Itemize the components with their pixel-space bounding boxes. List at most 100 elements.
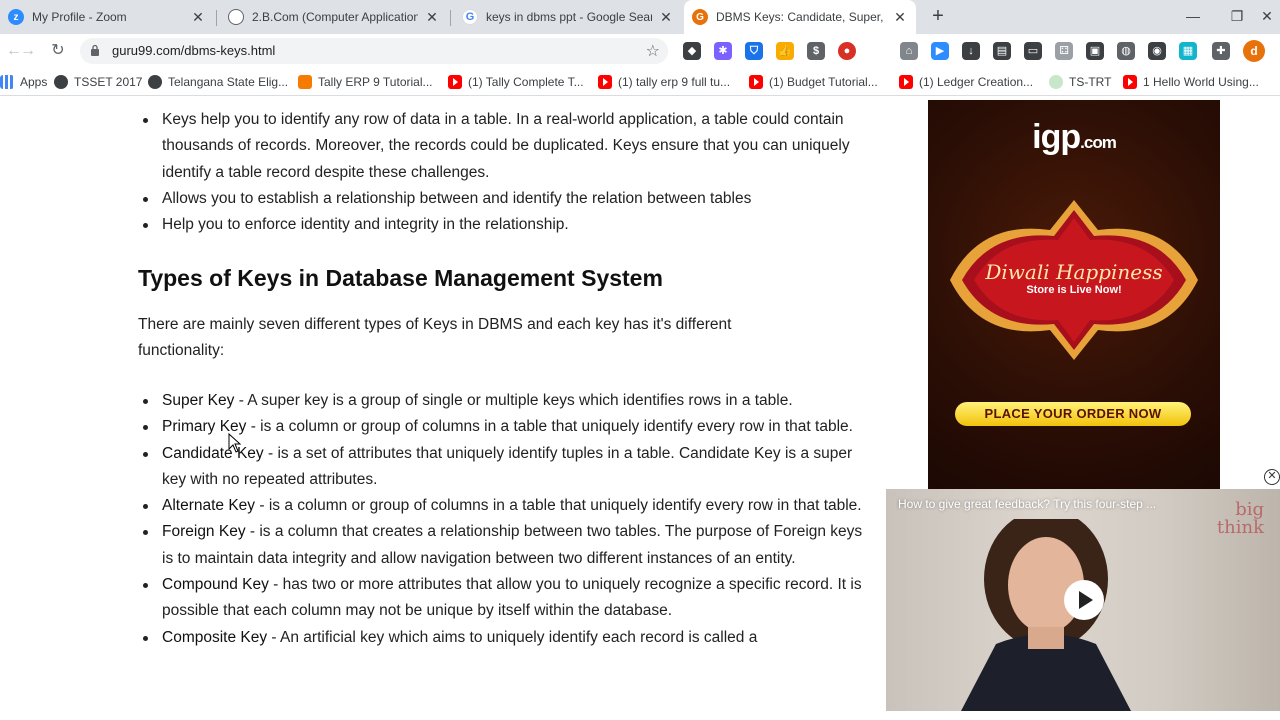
key-term: Composite Key (162, 628, 268, 646)
tab-title: keys in dbms ppt - Google Search (486, 10, 652, 24)
lock-icon (91, 44, 99, 56)
tab-separator (450, 10, 451, 26)
screen-extension-icon[interactable]: ▣ (1086, 42, 1104, 60)
youtube-icon (448, 75, 462, 89)
presenter-thumbnail (961, 519, 1131, 711)
home-extension-icon[interactable]: ⌂ (900, 42, 918, 60)
google-icon: G (462, 9, 478, 25)
bookmark-hello-world[interactable]: 1 Hello World Using... (1123, 73, 1259, 91)
list-item: Foreign Key - is a column that creates a… (138, 519, 868, 572)
key-term: Alternate Key (162, 497, 256, 515)
profile-avatar[interactable]: d (1243, 40, 1265, 62)
list-item: Help you to enforce identity and integri… (138, 212, 868, 238)
tab-dbms-keys[interactable]: G DBMS Keys: Candidate, Super, Pri ✕ (684, 0, 916, 34)
new-tab-button[interactable]: + (926, 5, 950, 29)
tab-title: My Profile - Zoom (32, 10, 127, 24)
youtube-icon (749, 75, 763, 89)
place-order-button[interactable]: PLACE YOUR ORDER NOW (955, 402, 1191, 426)
key-term: Super Key (162, 392, 235, 409)
window-extension-icon[interactable]: ▭ (1024, 42, 1042, 60)
list-item: Keys help you to identify any row of dat… (138, 107, 868, 186)
document-extension-icon[interactable]: ▤ (993, 42, 1011, 60)
close-icon[interactable]: ✕ (424, 9, 440, 26)
bookmark-label: (1) tally erp 9 full tu... (618, 75, 731, 89)
forward-arrow-icon[interactable]: → (16, 40, 40, 62)
video-title: How to give great feedback? Try this fou… (898, 497, 1157, 511)
bookmark-label: Tally ERP 9 Tutorial... (318, 75, 433, 89)
globe-icon (148, 75, 162, 89)
browser-toolbar: ← → ↻ guru99.com/dbms-keys.html ☆ ◆ ✱ ⛉ … (0, 34, 1280, 68)
download-extension-icon[interactable]: ↓ (962, 42, 980, 60)
record-extension-icon[interactable]: ● (838, 42, 856, 60)
dice-extension-icon[interactable]: ⚃ (1055, 42, 1073, 60)
shield-extension-icon[interactable]: ⛉ (745, 42, 763, 60)
close-icon[interactable]: ✕ (892, 9, 908, 26)
key-term: Candidate Key (162, 444, 264, 462)
key-term: Compound Key (162, 576, 269, 594)
bookmark-label: (1) Tally Complete T... (468, 75, 584, 89)
snowflake-extension-icon[interactable]: ✱ (714, 42, 732, 60)
window-close-button[interactable]: ✕ (1252, 4, 1280, 28)
url-text: guru99.com/dbms-keys.html (112, 43, 276, 58)
zoom-icon: z (8, 9, 24, 25)
video-player[interactable]: How to give great feedback? Try this fou… (886, 489, 1280, 711)
eraser-extension-icon[interactable]: ◆ (683, 42, 701, 60)
bigthink-logo: big think (1217, 501, 1264, 537)
list-item: Composite Key - An artificial key which … (138, 625, 868, 651)
tab-google-search[interactable]: G keys in dbms ppt - Google Search ✕ (454, 0, 682, 34)
bookmark-ts-trt[interactable]: TS-TRT (1049, 73, 1111, 91)
bookmark-label: Apps (20, 75, 48, 89)
minimize-button[interactable]: — (1178, 4, 1208, 28)
bookmark-apps[interactable]: Apps (0, 73, 47, 91)
bookmark-tally-erp[interactable]: Tally ERP 9 Tutorial... (298, 73, 433, 91)
circle-extension-icon[interactable]: ◍ (1117, 42, 1135, 60)
igp-logo: igp.com (928, 118, 1220, 157)
logo-suffix: .com (1080, 133, 1117, 152)
emblem-icon (1049, 75, 1063, 89)
bookmark-telangana[interactable]: Telangana State Elig... (148, 73, 288, 91)
close-video-icon[interactable]: ✕ (1264, 469, 1280, 485)
key-term: Foreign Key (162, 523, 246, 541)
key-description: - is a set of attributes that uniquely i… (162, 444, 853, 488)
brand-line: think (1216, 517, 1264, 538)
bookmark-tally-complete[interactable]: (1) Tally Complete T... (448, 73, 584, 91)
list-item: Super Key - A super key is a group of si… (138, 388, 868, 414)
bookmark-label: TS-TRT (1069, 75, 1112, 89)
list-item: Primary Key - is a column or group of co… (138, 414, 868, 440)
tab-title: DBMS Keys: Candidate, Super, Pri (716, 10, 886, 24)
restore-button[interactable]: ❐ (1222, 4, 1252, 28)
bookmark-label: 1 Hello World Using... (1143, 75, 1259, 89)
monitor-extension-icon[interactable]: ▦ (1179, 42, 1197, 60)
bookmark-label: TSSET 2017 (74, 75, 143, 89)
bookmark-label: (1) Budget Tutorial... (769, 75, 878, 89)
bookmark-star-icon[interactable]: ☆ (646, 41, 660, 61)
tab-zoom-profile[interactable]: z My Profile - Zoom ✕ (0, 0, 214, 34)
chat-extension-icon[interactable]: ◉ (1148, 42, 1166, 60)
bookmark-tsset[interactable]: TSSET 2017 (54, 73, 142, 91)
tab-bcom[interactable]: 2.B.Com (Computer Application ✕ (220, 0, 448, 34)
thumbs-up-extension-icon[interactable]: 👍 (776, 42, 794, 60)
zoom-extension-icon[interactable]: ▶ (931, 42, 949, 60)
puzzle-extensions-icon[interactable]: ✚ (1212, 42, 1230, 60)
bookmark-ledger[interactable]: (1) Ledger Creation... (899, 73, 1033, 91)
logo-text: igp (1032, 118, 1081, 156)
apps-grid-icon (0, 75, 14, 89)
key-types-list: Super Key - A super key is a group of si… (138, 388, 868, 651)
play-icon[interactable] (1064, 580, 1104, 620)
youtube-icon (1123, 75, 1137, 89)
key-description: - is a column or group of columns in a t… (255, 497, 862, 515)
dollar-extension-icon[interactable]: $ (807, 42, 825, 60)
bookmark-budget[interactable]: (1) Budget Tutorial... (749, 73, 878, 91)
page-content: Keys help you to identify any row of dat… (0, 97, 1280, 720)
close-icon[interactable]: ✕ (658, 9, 674, 26)
bookmark-label: Telangana State Elig... (168, 75, 289, 89)
igp-advertisement[interactable]: igp.com Diwali Happiness Store is Live N… (928, 100, 1220, 490)
bookmarks-bar: Apps TSSET 2017 Telangana State Elig... … (0, 68, 1280, 96)
list-item: Allows you to establish a relationship b… (138, 186, 868, 212)
address-bar[interactable]: guru99.com/dbms-keys.html ☆ (80, 38, 668, 64)
close-icon[interactable]: ✕ (190, 9, 206, 26)
ad-subtitle: Store is Live Now! (1026, 284, 1122, 296)
reload-icon[interactable]: ↻ (46, 40, 70, 62)
bookmark-tally-full[interactable]: (1) tally erp 9 full tu... (598, 73, 730, 91)
intro-paragraph: There are mainly seven different types o… (138, 316, 732, 360)
